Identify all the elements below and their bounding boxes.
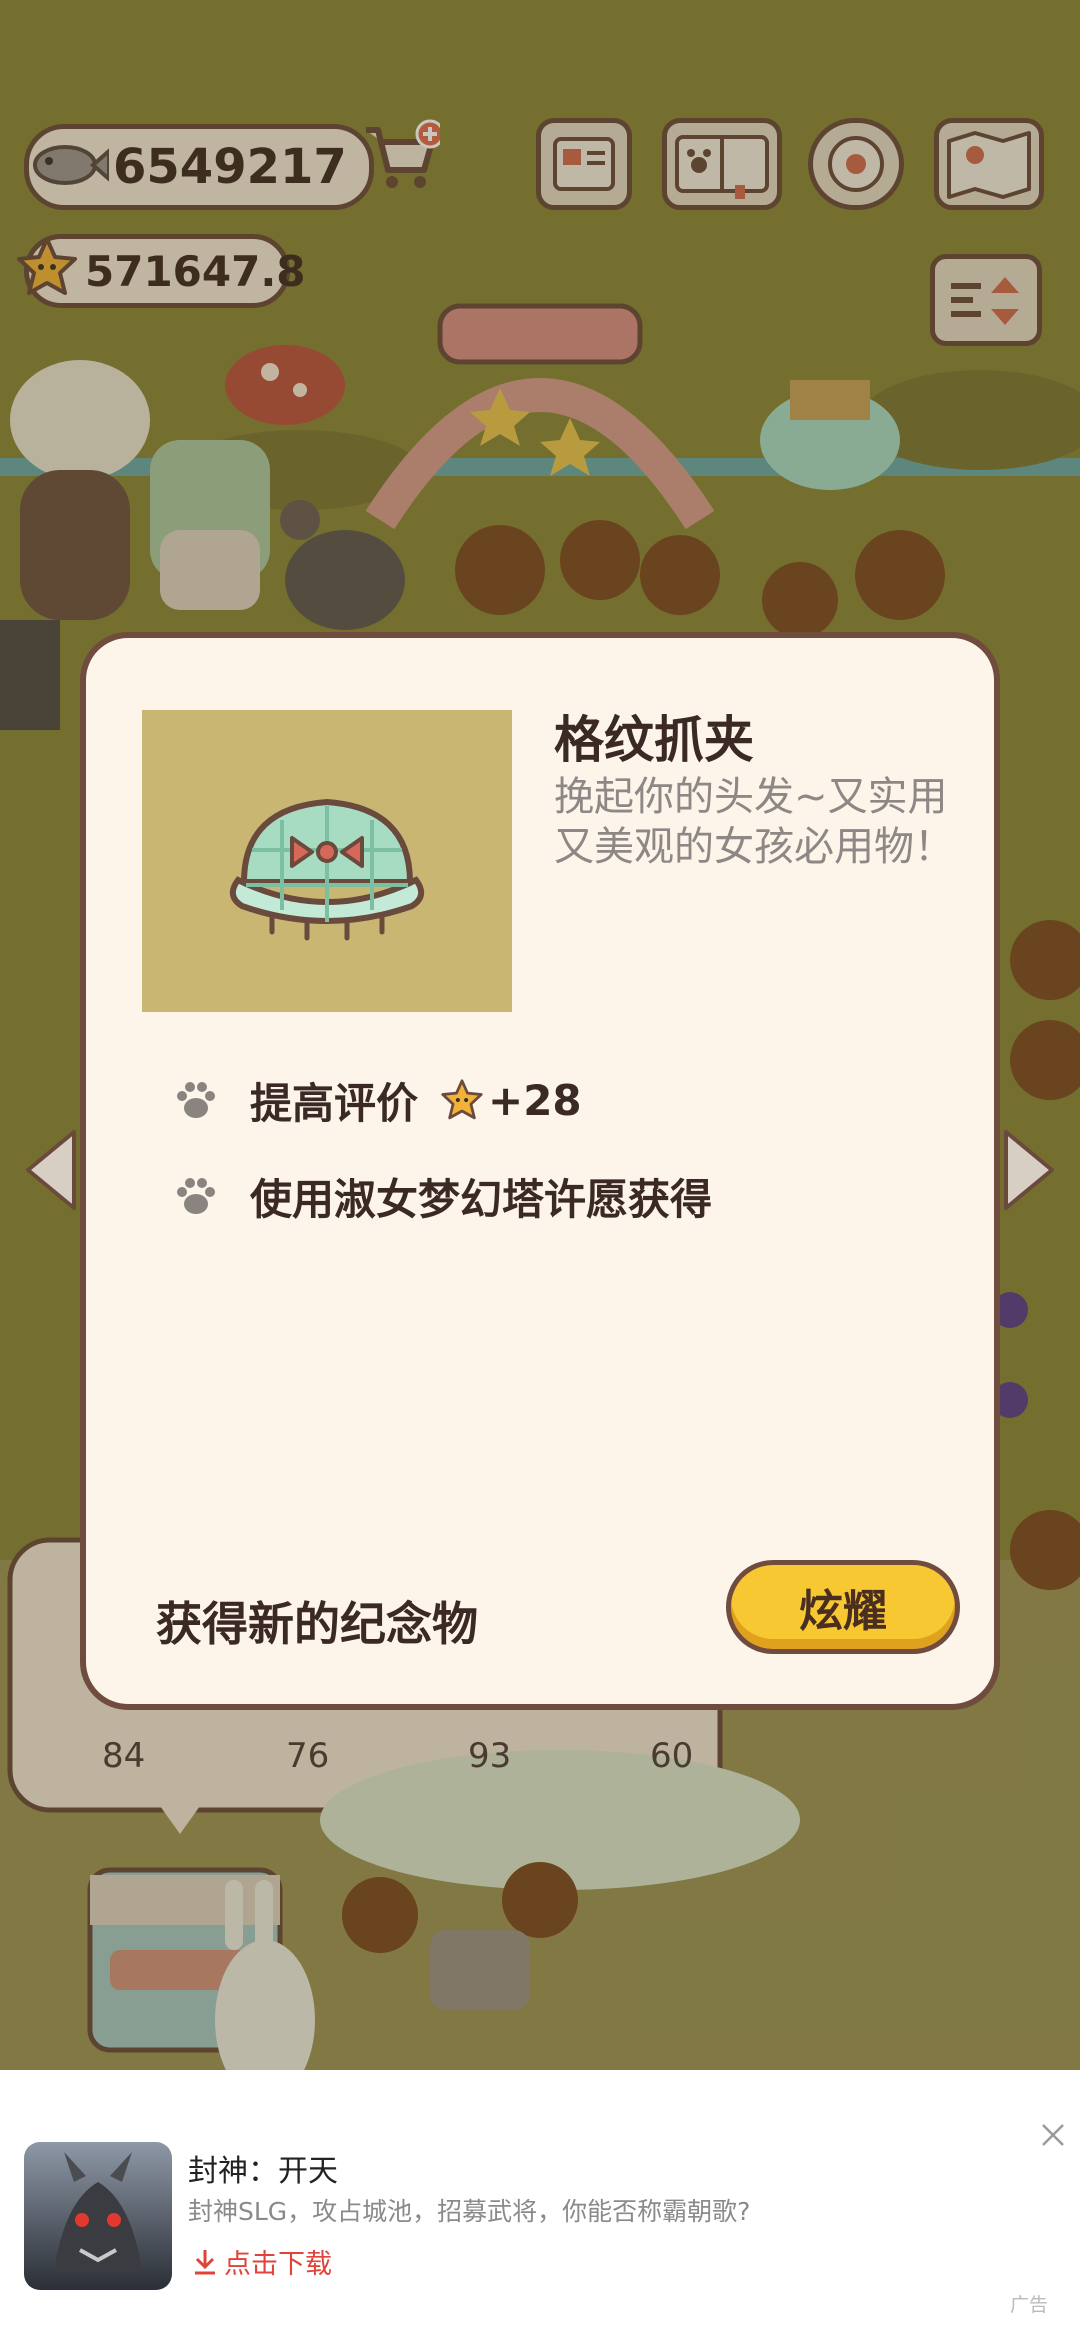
ad-app-icon[interactable] [24, 2142, 172, 2290]
slot-count-3: 93 [468, 1736, 512, 1776]
paw-icon [177, 1178, 215, 1214]
rating-bonus-label: 提高评价 [250, 1078, 419, 1128]
slot-count-1: 84 [102, 1736, 146, 1776]
ad-download-link[interactable]: 点击下载 [192, 2242, 332, 2281]
close-icon[interactable] [1040, 2122, 1066, 2148]
item-title: 格纹抓夹 [554, 711, 754, 769]
source-text: 使用淑女梦幻塔许愿获得 [250, 1174, 713, 1224]
previous-arrow-icon[interactable] [22, 1128, 78, 1212]
download-icon [195, 2249, 215, 2274]
item-image [142, 710, 512, 1012]
ad-download-label: 点击下载 [224, 2249, 332, 2280]
paw-icon [177, 1082, 215, 1118]
show-off-button[interactable]: 炫耀 [726, 1560, 960, 1654]
ad-label: 广告 [1010, 2294, 1049, 2316]
dragon-icon [24, 2142, 172, 2290]
rating-bonus-value: +28 [488, 1075, 582, 1125]
hair-clip-illustration [229, 799, 425, 941]
ad-banner[interactable]: 封神：开天 封神SLG，攻占城池，招募武将，你能否称霸朝歌? 点击下载 广告 [0, 2070, 1080, 2340]
rating-bonus-value-group: +28 [440, 1076, 582, 1125]
ad-description: 封神SLG，攻占城池，招募武将，你能否称霸朝歌? [188, 2197, 751, 2226]
next-arrow-icon[interactable] [1002, 1128, 1058, 1212]
slot-count-2: 76 [286, 1736, 330, 1776]
item-description: 挽起你的头发~又实用又美观的女孩必用物！ [554, 774, 954, 870]
ad-title[interactable]: 封神：开天 [188, 2146, 338, 2190]
souvenir-dialog: 格纹抓夹 挽起你的头发~又实用又美观的女孩必用物！ 提高评价 +28 使用淑女梦… [80, 632, 1000, 1710]
source-row: 使用淑女梦幻塔许愿获得 [170, 1166, 712, 1226]
rating-bonus-row: 提高评价 +28 [170, 1070, 582, 1130]
star-icon [441, 1079, 483, 1120]
slot-count-4: 60 [650, 1736, 694, 1776]
new-souvenir-text: 获得新的纪念物 [156, 1597, 478, 1651]
